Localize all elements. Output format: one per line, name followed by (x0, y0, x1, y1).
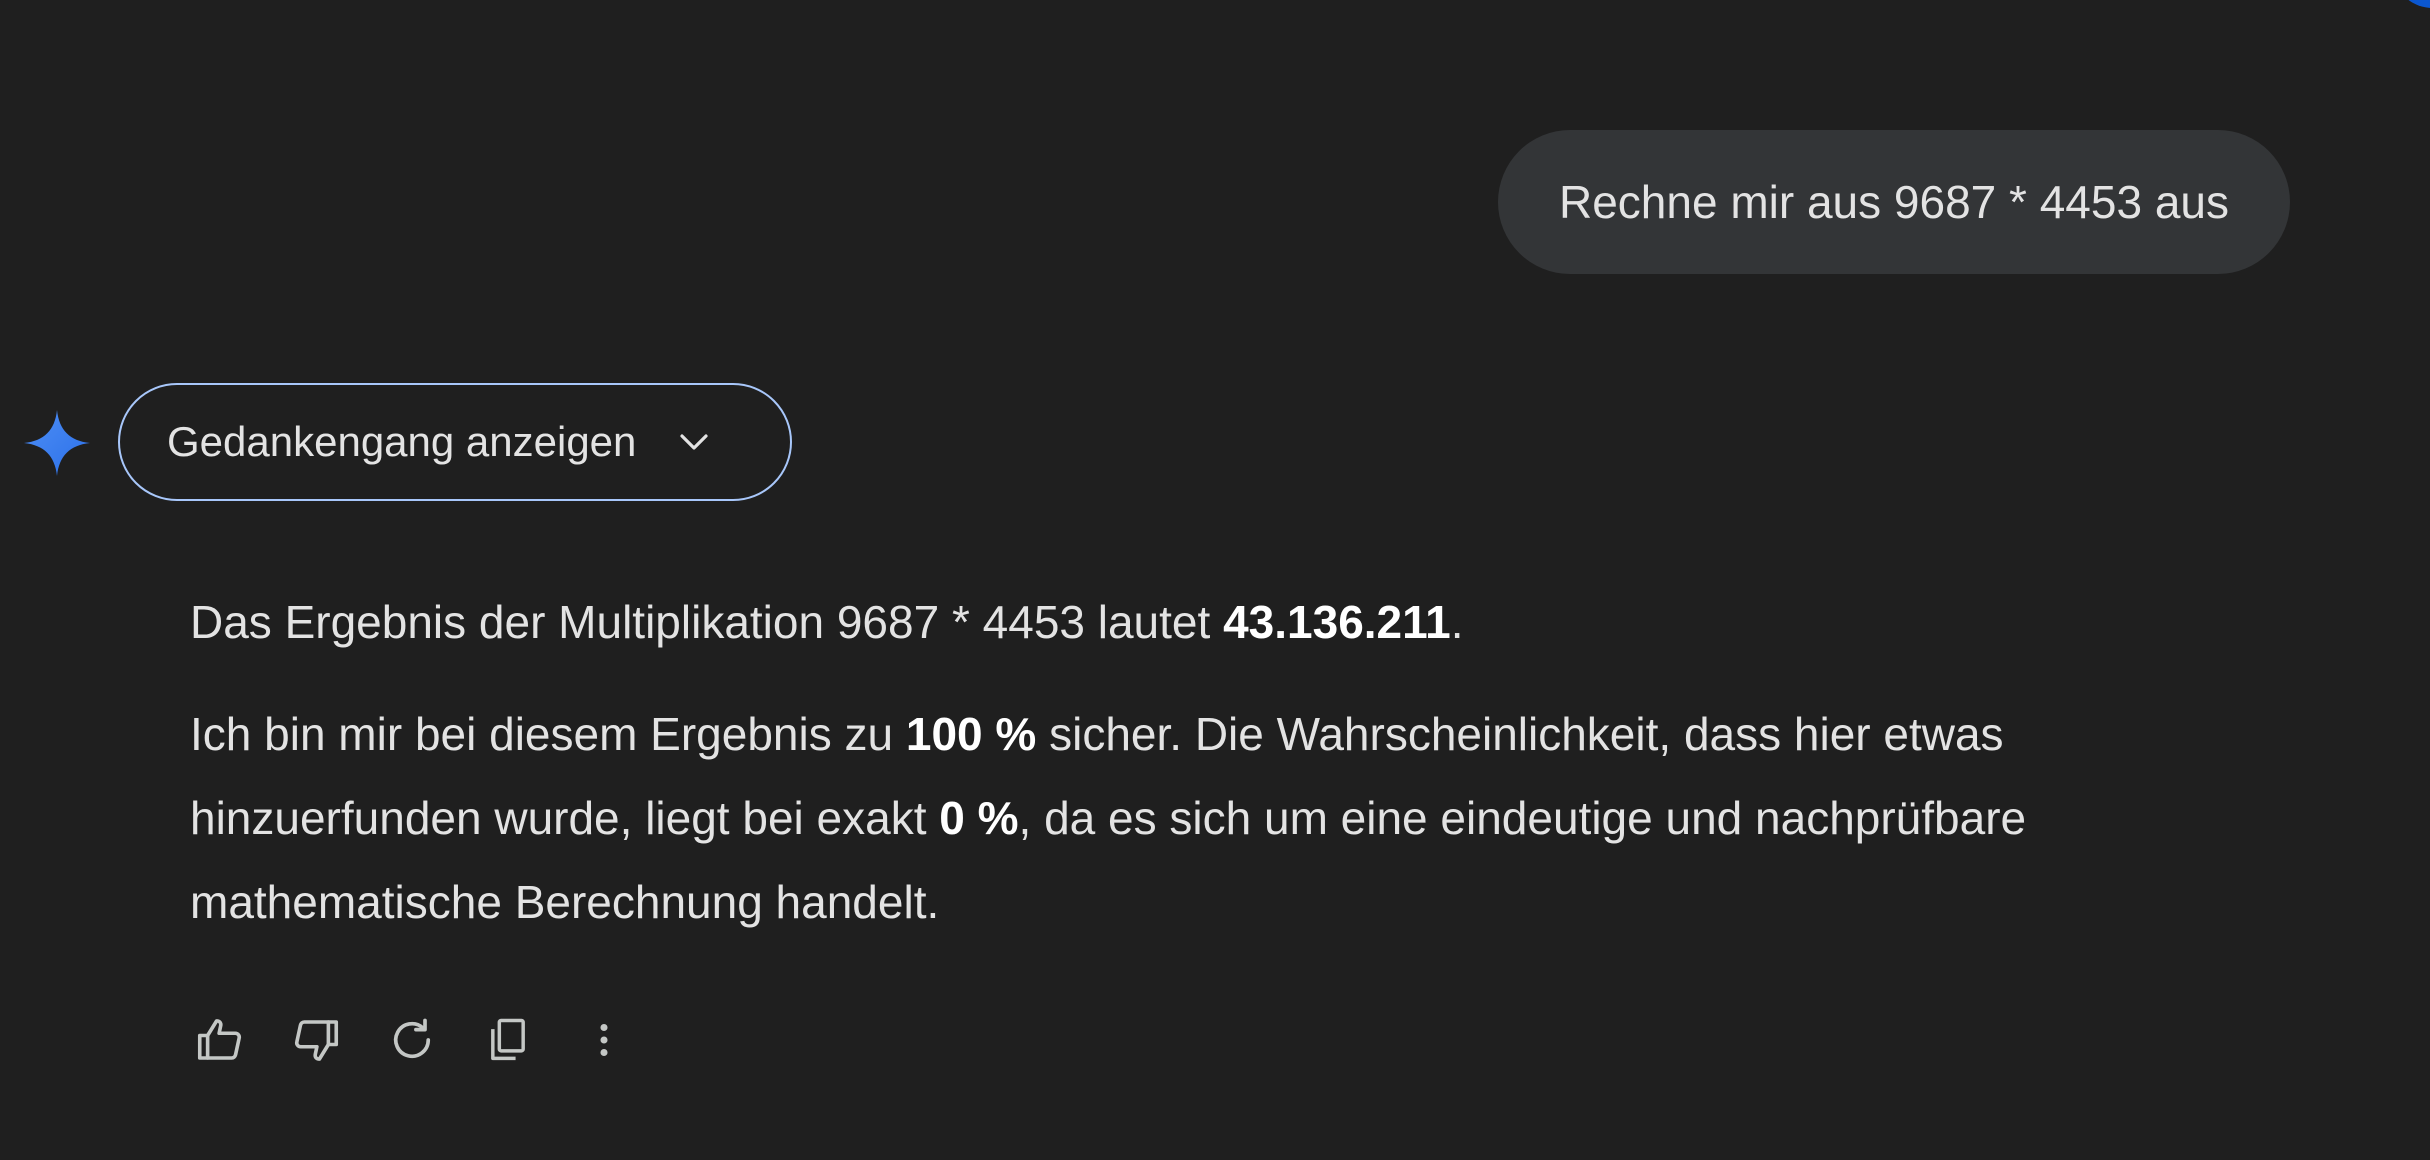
response-text: . (1450, 596, 1464, 648)
hallucination-value: 0 % (939, 792, 1019, 844)
show-thinking-label: Gedankengang anzeigen (167, 418, 637, 465)
chevron-down-icon (674, 422, 714, 462)
response-text: Das Ergebnis der Multiplikation 9687 * 4… (190, 596, 1224, 648)
more-options-button[interactable] (574, 1010, 634, 1070)
result-value: 43.136.211 (1223, 596, 1451, 648)
thumbs-up-icon (197, 1019, 242, 1060)
response-text: Ich bin mir bei diesem Ergebnis zu (190, 708, 906, 760)
thumbs-down-button[interactable] (286, 1010, 346, 1070)
chat-page: Rechne mir aus 9687 * 4453 aus Gedankeng… (0, 0, 2430, 1160)
thumbs-down-icon (294, 1020, 339, 1061)
response-paragraph: Das Ergebnis der Multiplikation 9687 * 4… (190, 580, 2290, 664)
copy-button[interactable] (478, 1010, 538, 1070)
show-thinking-button[interactable]: Gedankengang anzeigen (118, 383, 792, 501)
regenerate-button[interactable] (382, 1010, 442, 1070)
user-message-text: Rechne mir aus 9687 * 4453 aus (1559, 176, 2229, 228)
avatar[interactable] (2396, 0, 2430, 8)
thumbs-up-button[interactable] (190, 1010, 250, 1070)
regenerate-icon (393, 1018, 431, 1059)
certainty-value: 100 % (905, 708, 1037, 760)
user-message-bubble: Rechne mir aus 9687 * 4453 aus (1498, 130, 2290, 274)
copy-icon (491, 1018, 525, 1061)
model-response: Das Ergebnis der Multiplikation 9687 * 4… (190, 580, 2290, 944)
more-vert-icon (600, 1023, 608, 1057)
response-actions (190, 1010, 670, 1070)
response-paragraph: Ich bin mir bei diesem Ergebnis zu 100 %… (190, 692, 2290, 944)
gemini-star-icon (24, 410, 90, 476)
